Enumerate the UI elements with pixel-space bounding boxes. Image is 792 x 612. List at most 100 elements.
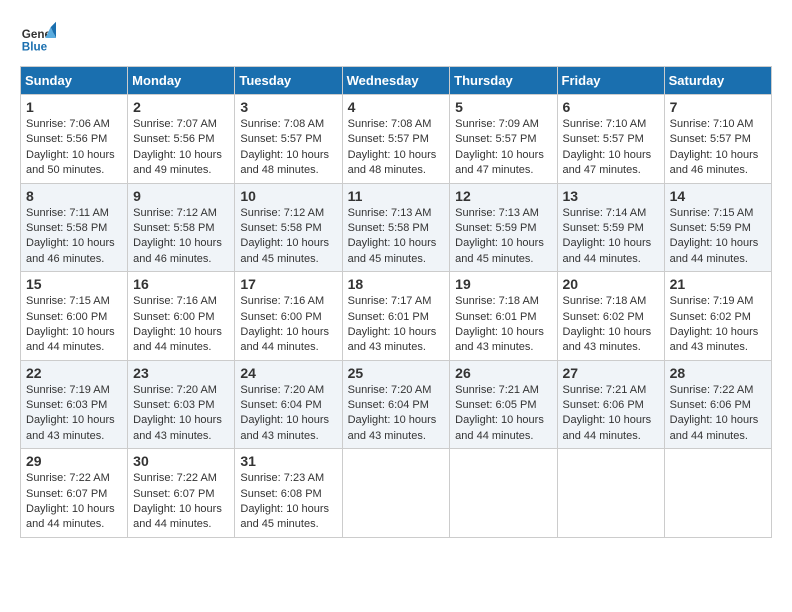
calendar-cell-26: 26 Sunrise: 7:21 AM Sunset: 6:05 PM Dayl…: [450, 360, 557, 449]
day-number: 28: [670, 365, 766, 381]
day-number: 16: [133, 276, 229, 292]
calendar-cell-5: 5 Sunrise: 7:09 AM Sunset: 5:57 PM Dayli…: [450, 95, 557, 184]
day-number: 31: [240, 453, 336, 469]
day-info: Sunrise: 7:22 AM Sunset: 6:07 PM Dayligh…: [26, 471, 122, 533]
day-number: 25: [348, 365, 445, 381]
day-info: Sunrise: 7:18 AM Sunset: 6:02 PM Dayligh…: [563, 294, 659, 356]
header-wednesday: Wednesday: [342, 67, 450, 95]
calendar-cell-11: 11 Sunrise: 7:13 AM Sunset: 5:58 PM Dayl…: [342, 183, 450, 272]
calendar-cell-27: 27 Sunrise: 7:21 AM Sunset: 6:06 PM Dayl…: [557, 360, 664, 449]
day-number: 15: [26, 276, 122, 292]
day-info: Sunrise: 7:10 AM Sunset: 5:57 PM Dayligh…: [563, 117, 659, 179]
calendar-cell-23: 23 Sunrise: 7:20 AM Sunset: 6:03 PM Dayl…: [128, 360, 235, 449]
day-number: 8: [26, 188, 122, 204]
calendar-cell-empty: [664, 449, 771, 538]
day-number: 10: [240, 188, 336, 204]
day-number: 18: [348, 276, 445, 292]
day-info: Sunrise: 7:19 AM Sunset: 6:03 PM Dayligh…: [26, 383, 122, 445]
day-info: Sunrise: 7:21 AM Sunset: 6:05 PM Dayligh…: [455, 383, 551, 445]
calendar-cell-6: 6 Sunrise: 7:10 AM Sunset: 5:57 PM Dayli…: [557, 95, 664, 184]
calendar-cell-12: 12 Sunrise: 7:13 AM Sunset: 5:59 PM Dayl…: [450, 183, 557, 272]
day-info: Sunrise: 7:22 AM Sunset: 6:07 PM Dayligh…: [133, 471, 229, 533]
day-info: Sunrise: 7:23 AM Sunset: 6:08 PM Dayligh…: [240, 471, 336, 533]
day-info: Sunrise: 7:08 AM Sunset: 5:57 PM Dayligh…: [348, 117, 445, 179]
calendar-cell-empty: [557, 449, 664, 538]
calendar-cell-2: 2 Sunrise: 7:07 AM Sunset: 5:56 PM Dayli…: [128, 95, 235, 184]
day-info: Sunrise: 7:20 AM Sunset: 6:04 PM Dayligh…: [348, 383, 445, 445]
calendar-cell-13: 13 Sunrise: 7:14 AM Sunset: 5:59 PM Dayl…: [557, 183, 664, 272]
day-number: 21: [670, 276, 766, 292]
header-sunday: Sunday: [21, 67, 128, 95]
day-number: 6: [563, 99, 659, 115]
day-number: 30: [133, 453, 229, 469]
page-header: General Blue: [20, 20, 772, 56]
day-number: 12: [455, 188, 551, 204]
logo: General Blue: [20, 20, 56, 56]
calendar-cell-14: 14 Sunrise: 7:15 AM Sunset: 5:59 PM Dayl…: [664, 183, 771, 272]
svg-text:Blue: Blue: [22, 41, 48, 54]
day-info: Sunrise: 7:14 AM Sunset: 5:59 PM Dayligh…: [563, 206, 659, 268]
calendar-cell-empty: [450, 449, 557, 538]
day-info: Sunrise: 7:22 AM Sunset: 6:06 PM Dayligh…: [670, 383, 766, 445]
day-number: 26: [455, 365, 551, 381]
calendar-cell-empty: [342, 449, 450, 538]
calendar-cell-18: 18 Sunrise: 7:17 AM Sunset: 6:01 PM Dayl…: [342, 272, 450, 361]
day-number: 9: [133, 188, 229, 204]
day-number: 1: [26, 99, 122, 115]
day-number: 7: [670, 99, 766, 115]
header-thursday: Thursday: [450, 67, 557, 95]
day-number: 13: [563, 188, 659, 204]
day-number: 11: [348, 188, 445, 204]
header-tuesday: Tuesday: [235, 67, 342, 95]
weekday-header-row: Sunday Monday Tuesday Wednesday Thursday…: [21, 67, 772, 95]
calendar-cell-19: 19 Sunrise: 7:18 AM Sunset: 6:01 PM Dayl…: [450, 272, 557, 361]
calendar-table: Sunday Monday Tuesday Wednesday Thursday…: [20, 66, 772, 538]
calendar-cell-16: 16 Sunrise: 7:16 AM Sunset: 6:00 PM Dayl…: [128, 272, 235, 361]
calendar-cell-25: 25 Sunrise: 7:20 AM Sunset: 6:04 PM Dayl…: [342, 360, 450, 449]
day-info: Sunrise: 7:15 AM Sunset: 6:00 PM Dayligh…: [26, 294, 122, 356]
calendar-cell-31: 31 Sunrise: 7:23 AM Sunset: 6:08 PM Dayl…: [235, 449, 342, 538]
header-friday: Friday: [557, 67, 664, 95]
calendar-cell-17: 17 Sunrise: 7:16 AM Sunset: 6:00 PM Dayl…: [235, 272, 342, 361]
day-info: Sunrise: 7:15 AM Sunset: 5:59 PM Dayligh…: [670, 206, 766, 268]
day-info: Sunrise: 7:08 AM Sunset: 5:57 PM Dayligh…: [240, 117, 336, 179]
calendar-cell-4: 4 Sunrise: 7:08 AM Sunset: 5:57 PM Dayli…: [342, 95, 450, 184]
calendar-cell-15: 15 Sunrise: 7:15 AM Sunset: 6:00 PM Dayl…: [21, 272, 128, 361]
calendar-cell-7: 7 Sunrise: 7:10 AM Sunset: 5:57 PM Dayli…: [664, 95, 771, 184]
day-number: 3: [240, 99, 336, 115]
day-info: Sunrise: 7:17 AM Sunset: 6:01 PM Dayligh…: [348, 294, 445, 356]
day-number: 27: [563, 365, 659, 381]
day-number: 23: [133, 365, 229, 381]
calendar-cell-22: 22 Sunrise: 7:19 AM Sunset: 6:03 PM Dayl…: [21, 360, 128, 449]
day-info: Sunrise: 7:12 AM Sunset: 5:58 PM Dayligh…: [240, 206, 336, 268]
day-info: Sunrise: 7:11 AM Sunset: 5:58 PM Dayligh…: [26, 206, 122, 268]
day-number: 20: [563, 276, 659, 292]
day-info: Sunrise: 7:18 AM Sunset: 6:01 PM Dayligh…: [455, 294, 551, 356]
calendar-cell-8: 8 Sunrise: 7:11 AM Sunset: 5:58 PM Dayli…: [21, 183, 128, 272]
day-info: Sunrise: 7:10 AM Sunset: 5:57 PM Dayligh…: [670, 117, 766, 179]
day-number: 5: [455, 99, 551, 115]
calendar-cell-30: 30 Sunrise: 7:22 AM Sunset: 6:07 PM Dayl…: [128, 449, 235, 538]
day-info: Sunrise: 7:16 AM Sunset: 6:00 PM Dayligh…: [240, 294, 336, 356]
day-info: Sunrise: 7:13 AM Sunset: 5:58 PM Dayligh…: [348, 206, 445, 268]
header-saturday: Saturday: [664, 67, 771, 95]
day-info: Sunrise: 7:21 AM Sunset: 6:06 PM Dayligh…: [563, 383, 659, 445]
day-number: 24: [240, 365, 336, 381]
calendar-cell-1: 1 Sunrise: 7:06 AM Sunset: 5:56 PM Dayli…: [21, 95, 128, 184]
calendar-cell-24: 24 Sunrise: 7:20 AM Sunset: 6:04 PM Dayl…: [235, 360, 342, 449]
day-number: 22: [26, 365, 122, 381]
calendar-cell-21: 21 Sunrise: 7:19 AM Sunset: 6:02 PM Dayl…: [664, 272, 771, 361]
logo-icon: General Blue: [20, 20, 56, 56]
day-number: 17: [240, 276, 336, 292]
calendar-cell-20: 20 Sunrise: 7:18 AM Sunset: 6:02 PM Dayl…: [557, 272, 664, 361]
day-info: Sunrise: 7:20 AM Sunset: 6:03 PM Dayligh…: [133, 383, 229, 445]
calendar-cell-9: 9 Sunrise: 7:12 AM Sunset: 5:58 PM Dayli…: [128, 183, 235, 272]
day-info: Sunrise: 7:12 AM Sunset: 5:58 PM Dayligh…: [133, 206, 229, 268]
calendar-cell-10: 10 Sunrise: 7:12 AM Sunset: 5:58 PM Dayl…: [235, 183, 342, 272]
day-number: 19: [455, 276, 551, 292]
day-info: Sunrise: 7:19 AM Sunset: 6:02 PM Dayligh…: [670, 294, 766, 356]
calendar-cell-29: 29 Sunrise: 7:22 AM Sunset: 6:07 PM Dayl…: [21, 449, 128, 538]
day-number: 4: [348, 99, 445, 115]
day-info: Sunrise: 7:09 AM Sunset: 5:57 PM Dayligh…: [455, 117, 551, 179]
day-info: Sunrise: 7:07 AM Sunset: 5:56 PM Dayligh…: [133, 117, 229, 179]
